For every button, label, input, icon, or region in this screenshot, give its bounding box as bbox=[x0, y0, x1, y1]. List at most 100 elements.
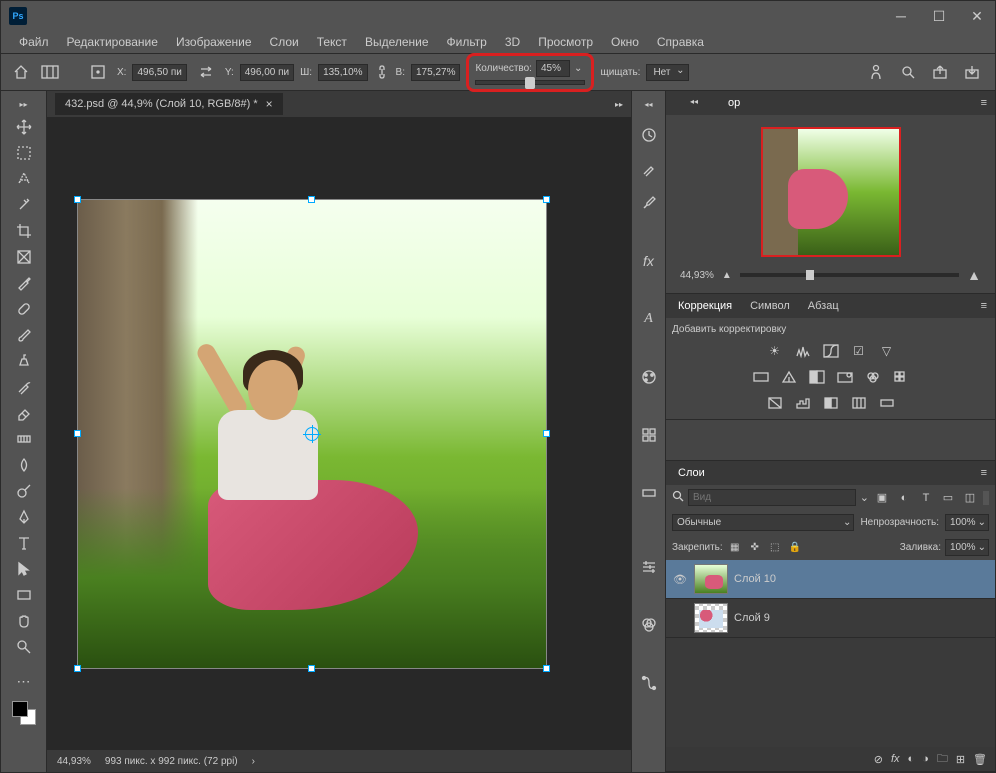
filter-pixel-icon[interactable]: ▣ bbox=[873, 490, 891, 506]
new-adjustment-icon[interactable]: ◑ bbox=[922, 753, 929, 765]
photo-filter-icon[interactable] bbox=[834, 367, 856, 387]
status-zoom[interactable]: 44,93% bbox=[57, 756, 91, 767]
lock-all-icon[interactable]: 🔒 bbox=[787, 541, 803, 555]
brushes-panel-icon[interactable] bbox=[637, 157, 661, 181]
layer-fx-icon[interactable]: fx bbox=[891, 753, 900, 765]
expand-toolbar-icon[interactable]: ▸▸ bbox=[4, 99, 44, 109]
menu-select[interactable]: Выделение bbox=[357, 33, 437, 51]
filter-smart-icon[interactable]: ◫ bbox=[961, 490, 979, 506]
swatches-panel-icon[interactable] bbox=[637, 423, 661, 447]
delete-layer-icon[interactable]: 🗑 bbox=[973, 753, 987, 766]
paths-panel-icon[interactable] bbox=[637, 671, 661, 695]
minimize-button[interactable]: ─ bbox=[891, 8, 911, 25]
crop-tool[interactable] bbox=[9, 219, 39, 243]
panel-collapse-icon[interactable]: ◂◂ bbox=[674, 96, 714, 106]
color-balance-icon[interactable] bbox=[778, 367, 800, 387]
curves-icon[interactable] bbox=[820, 341, 842, 361]
foreground-color[interactable] bbox=[12, 701, 28, 717]
menu-layers[interactable]: Слои bbox=[262, 33, 307, 51]
lasso-tool[interactable] bbox=[9, 167, 39, 191]
menu-3d[interactable]: 3D bbox=[497, 33, 528, 51]
document-tab[interactable]: 432.psd @ 44,9% (Слой 10, RGB/8#) * × bbox=[55, 93, 283, 115]
maximize-button[interactable]: ☐ bbox=[929, 8, 949, 25]
transform-handle-bc[interactable] bbox=[308, 665, 315, 672]
dodge-tool[interactable] bbox=[9, 479, 39, 503]
search-icon[interactable] bbox=[895, 59, 921, 85]
selective-color-icon[interactable] bbox=[848, 393, 870, 413]
transform-handle-bl[interactable] bbox=[74, 665, 81, 672]
filter-search-icon[interactable] bbox=[672, 490, 684, 505]
transform-handle-mr[interactable] bbox=[543, 430, 550, 437]
navigator-zoom-value[interactable]: 44,93% bbox=[680, 270, 714, 281]
layer-name[interactable]: Слой 9 bbox=[734, 612, 770, 624]
blur-tool[interactable] bbox=[9, 453, 39, 477]
lock-position-icon[interactable]: ✜ bbox=[747, 541, 763, 555]
fill-field[interactable]: 100% bbox=[945, 539, 989, 556]
menu-text[interactable]: Текст bbox=[309, 33, 355, 51]
x-field[interactable]: 496,50 пи bbox=[132, 64, 186, 81]
eraser-tool[interactable] bbox=[9, 401, 39, 425]
eyedropper-tool[interactable] bbox=[9, 271, 39, 295]
exposure-icon[interactable]: ☑ bbox=[848, 341, 870, 361]
move-tool[interactable] bbox=[9, 115, 39, 139]
lock-artboard-icon[interactable]: ⬚ bbox=[767, 541, 783, 555]
layer-row[interactable]: Слой 9 bbox=[666, 599, 995, 638]
menu-window[interactable]: Окно bbox=[603, 33, 647, 51]
menu-help[interactable]: Справка bbox=[649, 33, 712, 51]
invert-icon[interactable] bbox=[764, 393, 786, 413]
posterize-icon[interactable] bbox=[792, 393, 814, 413]
filter-dropdown-icon[interactable]: ⌄ bbox=[860, 491, 869, 504]
canvas-viewport[interactable] bbox=[47, 117, 631, 750]
color-swatches[interactable] bbox=[12, 701, 36, 725]
edit-toolbar-icon[interactable]: ⋯ bbox=[9, 669, 39, 693]
h-field[interactable]: 175,27% bbox=[411, 64, 460, 81]
layers-tab[interactable]: Слои bbox=[674, 465, 709, 481]
panel-menu-icon[interactable]: ≡ bbox=[981, 97, 987, 109]
menu-edit[interactable]: Редактирование bbox=[59, 33, 166, 51]
styles-panel-icon[interactable]: fx bbox=[637, 249, 661, 273]
new-group-icon[interactable]: 🗀 bbox=[937, 750, 948, 769]
tabstrip-expand-icon[interactable]: ▸▸ bbox=[615, 100, 623, 109]
navigator-thumbnail[interactable] bbox=[761, 127, 901, 257]
share-icon[interactable] bbox=[927, 59, 953, 85]
transform-center-icon[interactable] bbox=[305, 427, 319, 441]
threshold-icon[interactable] bbox=[820, 393, 842, 413]
path-selection-tool[interactable] bbox=[9, 557, 39, 581]
levels-icon[interactable] bbox=[792, 341, 814, 361]
person-icon[interactable] bbox=[863, 59, 889, 85]
hand-tool[interactable] bbox=[9, 609, 39, 633]
gradient-tool[interactable] bbox=[9, 427, 39, 451]
gradients-panel-icon[interactable] bbox=[637, 481, 661, 505]
amount-slider-thumb[interactable] bbox=[525, 77, 535, 89]
color-panel-icon[interactable] bbox=[637, 365, 661, 389]
lock-pixels-icon[interactable]: ▦ bbox=[727, 541, 743, 555]
transform-handle-ml[interactable] bbox=[74, 430, 81, 437]
swap-xy-icon[interactable] bbox=[193, 59, 219, 85]
filter-shape-icon[interactable]: ▭ bbox=[939, 490, 957, 506]
panel-menu-icon[interactable]: ≡ bbox=[981, 300, 987, 312]
magic-wand-tool[interactable] bbox=[9, 193, 39, 217]
tab-character[interactable]: Символ bbox=[746, 298, 794, 314]
layer-name[interactable]: Слой 10 bbox=[734, 573, 776, 585]
link-icon[interactable] bbox=[374, 64, 390, 80]
layer-row[interactable]: 👁 Слой 10 bbox=[666, 560, 995, 599]
panel-menu-icon[interactable]: ≡ bbox=[981, 467, 987, 479]
amount-field[interactable]: 45% bbox=[536, 60, 570, 77]
navigator-zoom-slider[interactable] bbox=[740, 273, 959, 277]
channels-panel-icon[interactable] bbox=[637, 613, 661, 637]
vibrance-icon[interactable]: ▽ bbox=[876, 341, 898, 361]
filter-toggle-icon[interactable] bbox=[983, 491, 989, 505]
layer-thumbnail[interactable] bbox=[694, 564, 728, 594]
glyphs-panel-icon[interactable]: A bbox=[637, 307, 661, 331]
bw-icon[interactable] bbox=[806, 367, 828, 387]
layers-search-input[interactable] bbox=[688, 489, 856, 506]
type-tool[interactable] bbox=[9, 531, 39, 555]
hue-icon[interactable] bbox=[750, 367, 772, 387]
clone-stamp-tool[interactable] bbox=[9, 349, 39, 373]
layer-visibility-icon[interactable]: 👁 bbox=[672, 573, 688, 586]
status-chevron-icon[interactable]: › bbox=[252, 756, 255, 767]
tab-paragraph[interactable]: Абзац bbox=[804, 298, 843, 314]
filter-adjustment-icon[interactable]: ◐ bbox=[895, 490, 913, 506]
opacity-field[interactable]: 100% bbox=[945, 514, 989, 531]
menu-image[interactable]: Изображение bbox=[168, 33, 260, 51]
